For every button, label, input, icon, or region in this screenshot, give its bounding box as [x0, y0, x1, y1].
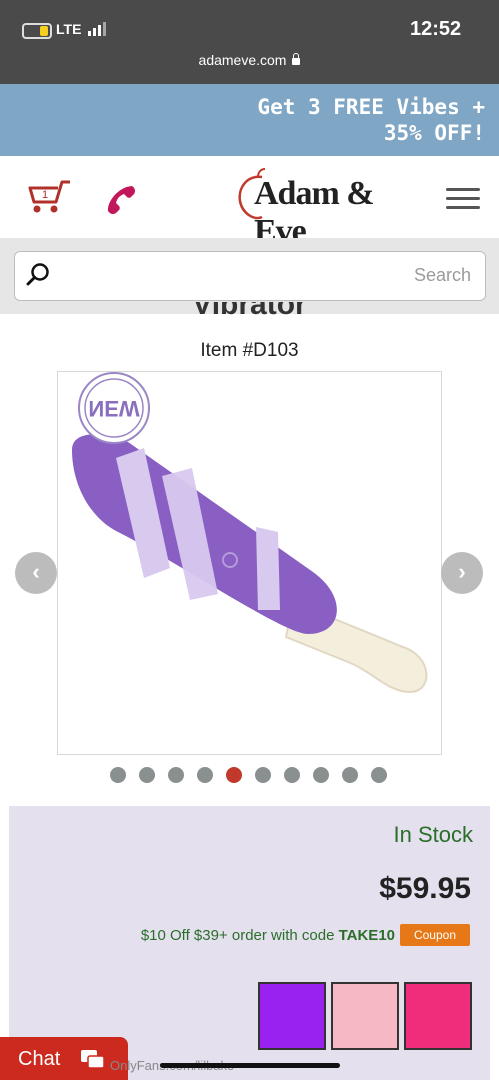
color-swatch[interactable]: [258, 982, 326, 1050]
site-logo[interactable]: Adam & Eve: [228, 165, 408, 250]
pagination-dot[interactable]: [197, 767, 213, 783]
promo-line-1: Get 3 FREE Vibes +: [257, 95, 485, 119]
product-image[interactable]: NEW: [58, 372, 441, 754]
coupon-text: $10 Off $39+ order with code TAKE10: [140, 927, 395, 944]
pagination-dot[interactable]: [226, 767, 242, 783]
svg-text:1: 1: [42, 189, 48, 201]
product-title: Vibrator: [192, 302, 307, 321]
color-swatch[interactable]: [404, 982, 472, 1050]
coupon-code: TAKE10: [338, 927, 395, 944]
product-price: $59.95: [379, 872, 471, 905]
network-label: LTE: [56, 21, 82, 37]
home-indicator: [160, 1063, 340, 1068]
pagination-dot[interactable]: [342, 767, 358, 783]
url-bar[interactable]: adameve.com: [0, 52, 499, 68]
pagination-dot[interactable]: [255, 767, 271, 783]
pagination-dot[interactable]: [139, 767, 155, 783]
phone-icon[interactable]: [104, 182, 138, 216]
chat-label: Chat: [18, 1048, 61, 1070]
next-image-button[interactable]: ›: [441, 552, 483, 594]
pagination-dot[interactable]: [168, 767, 184, 783]
promo-line-2: 35% OFF!: [383, 121, 485, 145]
product-image-gallery[interactable]: NEW: [57, 371, 442, 755]
item-number: Item #D103: [200, 340, 299, 361]
search-icon[interactable]: [26, 262, 50, 286]
pagination-dot[interactable]: [313, 767, 329, 783]
coupon-label: Coupon: [400, 924, 470, 946]
pagination-dot[interactable]: [284, 767, 300, 783]
color-swatch[interactable]: [331, 982, 399, 1050]
hamburger-menu-icon[interactable]: [446, 188, 480, 215]
status-bar: LTE 12:52: [0, 0, 499, 84]
chat-button[interactable]: Chat: [0, 1037, 128, 1080]
stock-status: In Stock: [393, 822, 473, 847]
clock: 12:52: [410, 18, 462, 40]
pagination-dot[interactable]: [371, 767, 387, 783]
chat-icon: [81, 1050, 105, 1069]
pagination-dot[interactable]: [110, 767, 126, 783]
promo-banner[interactable]: Get 3 FREE Vibes + 35% OFF!: [0, 84, 499, 156]
new-badge-label: NEW: [88, 396, 140, 421]
search-placeholder: Search: [413, 265, 471, 285]
battery-icon: [22, 23, 52, 39]
signal-icon: [88, 22, 108, 36]
previous-image-button[interactable]: ‹: [15, 552, 57, 594]
cart-icon[interactable]: 1: [26, 178, 72, 214]
lock-icon: [292, 53, 301, 65]
url-text: adameve.com: [198, 52, 287, 68]
